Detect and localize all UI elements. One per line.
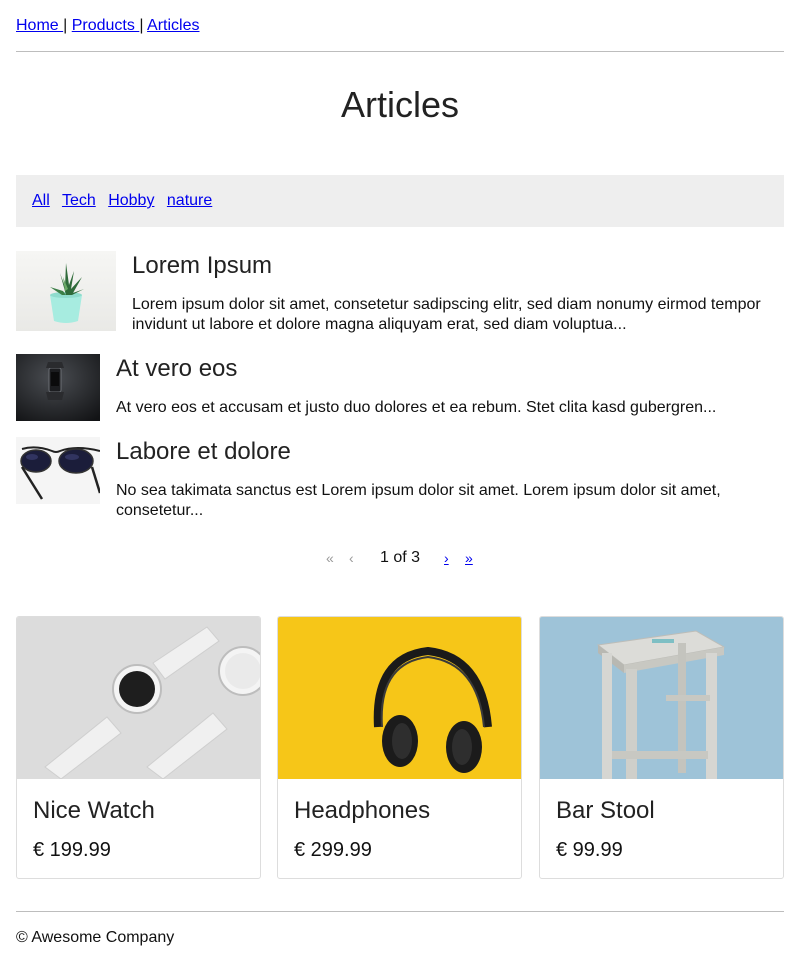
chevron-left-icon: ‹ (349, 550, 354, 566)
article-title[interactable]: Lorem Ipsum (132, 251, 784, 281)
product-name[interactable]: Bar Stool (556, 797, 655, 825)
article-item[interactable]: Lorem Ipsum Lorem ipsum dolor sit amet, … (16, 251, 784, 341)
pagination: « ‹ 1 of 3 › » (16, 546, 784, 570)
nav-link-products[interactable]: Products (72, 17, 140, 34)
filter-link-hobby[interactable]: Hobby (108, 192, 154, 209)
product-image-watch[interactable] (17, 617, 260, 779)
filter-link-tech[interactable]: Tech (62, 192, 96, 209)
product-card[interactable]: Bar Stool € 99.99 (539, 616, 784, 879)
chevron-right-icon[interactable]: › (444, 546, 449, 570)
article-thumbnail-plant[interactable] (16, 251, 116, 331)
product-price: € 199.99 (33, 839, 111, 861)
nav-link-home[interactable]: Home (16, 17, 63, 34)
filter-link-all[interactable]: All (32, 192, 50, 209)
product-name[interactable]: Nice Watch (33, 797, 155, 825)
page-indicator: 1 of 3 (380, 549, 421, 566)
article-item[interactable]: Labore et dolore No sea takimata sanctus… (16, 437, 784, 527)
product-image-stool[interactable] (540, 617, 783, 779)
article-body: Labore et dolore No sea takimata sanctus… (116, 437, 784, 521)
product-price: € 299.99 (294, 839, 372, 861)
article-body: Lorem Ipsum Lorem ipsum dolor sit amet, … (132, 251, 784, 335)
product-card[interactable]: Headphones € 299.99 (277, 616, 522, 879)
filter-link-nature[interactable]: nature (167, 192, 212, 209)
footer-copyright: © Awesome Company (16, 929, 175, 946)
article-excerpt: At vero eos et accusam et justo duo dolo… (116, 399, 717, 416)
nav-separator: | (139, 17, 144, 34)
category-filter-bar: All Tech Hobby nature (16, 175, 784, 227)
article-excerpt: No sea takimata sanctus est Lorem ipsum … (116, 482, 721, 519)
product-price: € 99.99 (556, 839, 623, 861)
article-thumbnail-sunglasses[interactable] (16, 437, 100, 504)
top-nav: Home | Products | Articles (16, 16, 200, 36)
article-thumbnail-watch[interactable] (16, 354, 100, 421)
article-body: At vero eos At vero eos et accusam et ju… (116, 354, 784, 418)
product-image-headphones[interactable] (278, 617, 521, 779)
page-title: Articles (340, 84, 460, 125)
footer-divider (16, 911, 784, 912)
article-excerpt: Lorem ipsum dolor sit amet, consetetur s… (132, 296, 761, 333)
article-title[interactable]: Labore et dolore (116, 437, 784, 467)
double-chevron-left-icon: « (326, 550, 334, 566)
product-card[interactable]: Nice Watch € 199.99 (16, 616, 261, 879)
nav-separator: | (63, 17, 68, 34)
article-title[interactable]: At vero eos (116, 354, 784, 384)
product-name[interactable]: Headphones (294, 797, 430, 825)
double-chevron-right-icon[interactable]: » (465, 546, 473, 570)
article-item[interactable]: At vero eos At vero eos et accusam et ju… (16, 354, 784, 422)
nav-link-articles[interactable]: Articles (147, 17, 199, 34)
header-divider (16, 51, 784, 52)
